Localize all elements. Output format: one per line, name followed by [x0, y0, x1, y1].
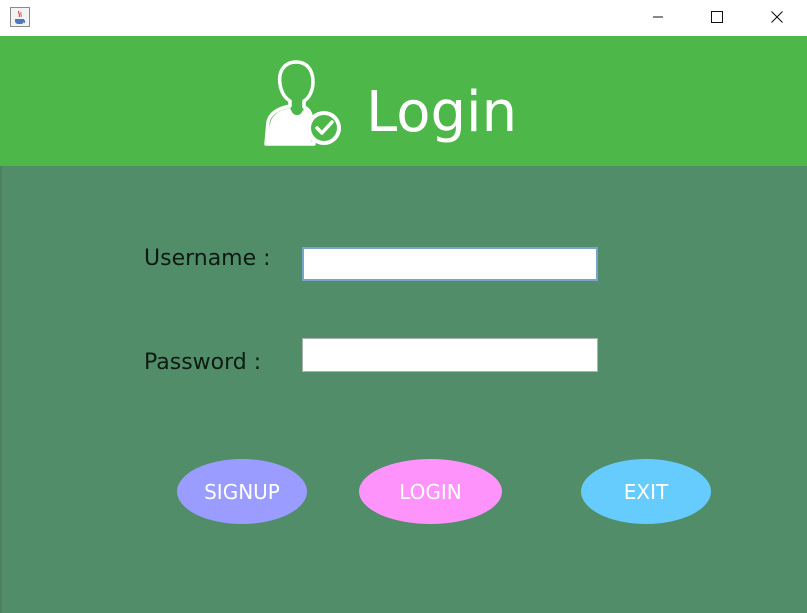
window-left-edge [0, 166, 2, 613]
java-app-icon[interactable] [10, 7, 30, 27]
username-field[interactable] [302, 247, 598, 281]
title-bar[interactable] [0, 0, 807, 36]
user-check-icon [262, 60, 344, 146]
maximize-button[interactable] [687, 0, 747, 34]
minimize-icon [653, 16, 663, 18]
header-banner: Login [0, 36, 807, 166]
login-button[interactable]: LOGIN [359, 459, 502, 524]
password-field[interactable] [302, 338, 598, 372]
minimize-button[interactable] [628, 0, 688, 34]
maximize-icon [711, 11, 723, 23]
close-icon [771, 11, 783, 23]
password-label: Password : [144, 350, 262, 375]
signup-button[interactable]: SIGNUP [177, 459, 307, 524]
login-form: Username : Password : SIGNUP LOGIN EXIT [0, 166, 807, 613]
close-button[interactable] [747, 0, 807, 34]
page-title: Login [366, 80, 518, 145]
username-label: Username : [144, 246, 271, 271]
exit-button[interactable]: EXIT [581, 459, 711, 524]
login-window: Login Username : Password : SIGNUP LOGIN… [0, 0, 807, 613]
